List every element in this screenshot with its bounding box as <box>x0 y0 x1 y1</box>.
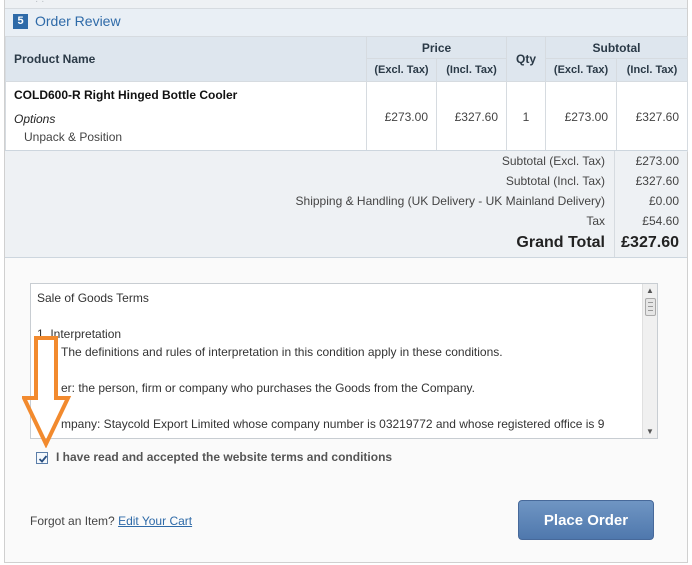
col-header-price: Price <box>365 36 508 59</box>
shipping-value: £0.00 <box>648 194 679 208</box>
options-label: Options <box>14 112 56 126</box>
col-header-subtotal-excl: (Excl. Tax) <box>545 58 618 82</box>
terms-line: Sale of Goods Terms <box>37 291 149 305</box>
tax-label: Tax <box>586 214 605 228</box>
col-header-qty: Qty <box>506 36 547 82</box>
subtotal-incl-row: Subtotal (Incl. Tax) £327.60 <box>5 171 687 191</box>
col-header-subtotal: Subtotal <box>545 36 689 59</box>
scroll-thumb[interactable] <box>645 298 656 316</box>
product-cell: COLD600-R Right Hinged Bottle Cooler Opt… <box>5 81 367 152</box>
terms-textarea[interactable]: Sale of Goods Terms 1. Interpretation Th… <box>30 283 658 439</box>
grand-total-row: Grand Total £327.60 <box>5 232 687 252</box>
subtotal-incl-value: £327.60 <box>635 174 679 188</box>
edit-cart-link[interactable]: Edit Your Cart <box>118 514 192 528</box>
checkmark-icon <box>38 455 48 463</box>
product-name: COLD600-R Right Hinged Bottle Cooler <box>14 88 238 102</box>
price-excl-cell: £273.00 <box>366 81 437 152</box>
scroll-up-arrow-icon[interactable]: ▲ <box>646 286 654 295</box>
terms-line: er: the person, firm or company who purc… <box>61 381 475 395</box>
grand-total-label: Grand Total <box>516 234 605 251</box>
col-header-subtotal-incl: (Incl. Tax) <box>616 58 689 82</box>
subtotal-incl-label: Subtotal (Incl. Tax) <box>505 174 605 188</box>
subtotal-excl-row: Subtotal (Excl. Tax) £273.00 <box>5 151 687 171</box>
shipping-row: Shipping & Handling (UK Delivery - UK Ma… <box>5 191 687 211</box>
table-row: COLD600-R Right Hinged Bottle Cooler Opt… <box>5 81 689 152</box>
terms-scrollbar[interactable]: ▲ ▼ <box>642 284 657 438</box>
agree-checkbox[interactable] <box>36 452 48 464</box>
subtotal-incl-cell: £327.60 <box>616 81 689 152</box>
checkout-step-panel: · · 5 Order Review Product Name Price Qt… <box>4 0 689 563</box>
previous-step-remnant: · · <box>35 0 45 7</box>
shipping-label: Shipping & Handling (UK Delivery - UK Ma… <box>295 194 605 208</box>
option-value: Unpack & Position <box>24 130 123 144</box>
col-header-price-excl: (Excl. Tax) <box>366 58 437 82</box>
agree-label[interactable]: I have read and accepted the website ter… <box>56 450 392 464</box>
terms-line: mpany: Staycold Export Limited whose com… <box>61 417 605 431</box>
forgot-item-text: Forgot an Item? Edit Your Cart <box>30 514 192 528</box>
tax-value: £54.60 <box>642 214 679 228</box>
subtotal-excl-label: Subtotal (Excl. Tax) <box>501 154 605 168</box>
place-order-button[interactable]: Place Order <box>518 500 654 540</box>
col-header-product: Product Name <box>5 36 367 82</box>
price-incl-cell: £327.60 <box>435 81 508 152</box>
qty-cell: 1 <box>506 81 547 152</box>
scroll-down-arrow-icon[interactable]: ▼ <box>646 427 654 436</box>
subtotal-excl-value: £273.00 <box>635 154 679 168</box>
step-number-badge: 5 <box>13 14 28 29</box>
subtotal-excl-cell: £273.00 <box>545 81 618 152</box>
grand-total-value: £327.60 <box>621 234 679 251</box>
order-totals: Subtotal (Excl. Tax) £273.00 Subtotal (I… <box>5 150 687 258</box>
col-header-price-incl: (Incl. Tax) <box>435 58 508 82</box>
tax-row: Tax £54.60 <box>5 211 687 231</box>
terms-line: The definitions and rules of interpretat… <box>61 345 503 359</box>
annotation-arrow-icon <box>22 336 72 448</box>
step-title: Order Review <box>35 13 121 29</box>
order-review-header[interactable]: 5 Order Review <box>5 9 687 37</box>
forgot-item-label: Forgot an Item? <box>30 514 115 528</box>
order-items-table: Product Name Price Qty Subtotal (Excl. T… <box>5 36 689 152</box>
previous-step-collapsed: · · <box>5 0 687 9</box>
